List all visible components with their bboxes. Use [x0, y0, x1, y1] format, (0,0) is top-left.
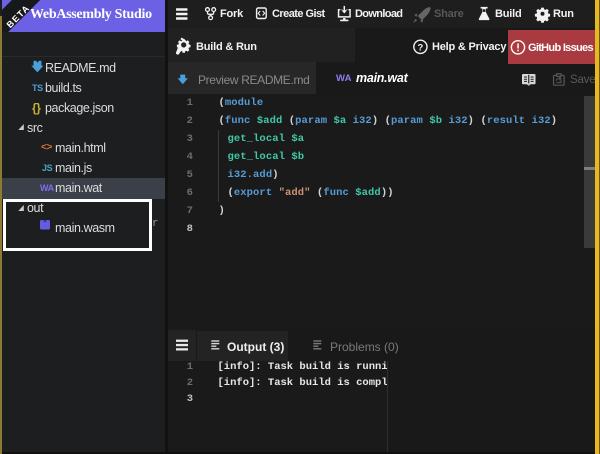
svg-text:?: ? — [417, 43, 423, 54]
